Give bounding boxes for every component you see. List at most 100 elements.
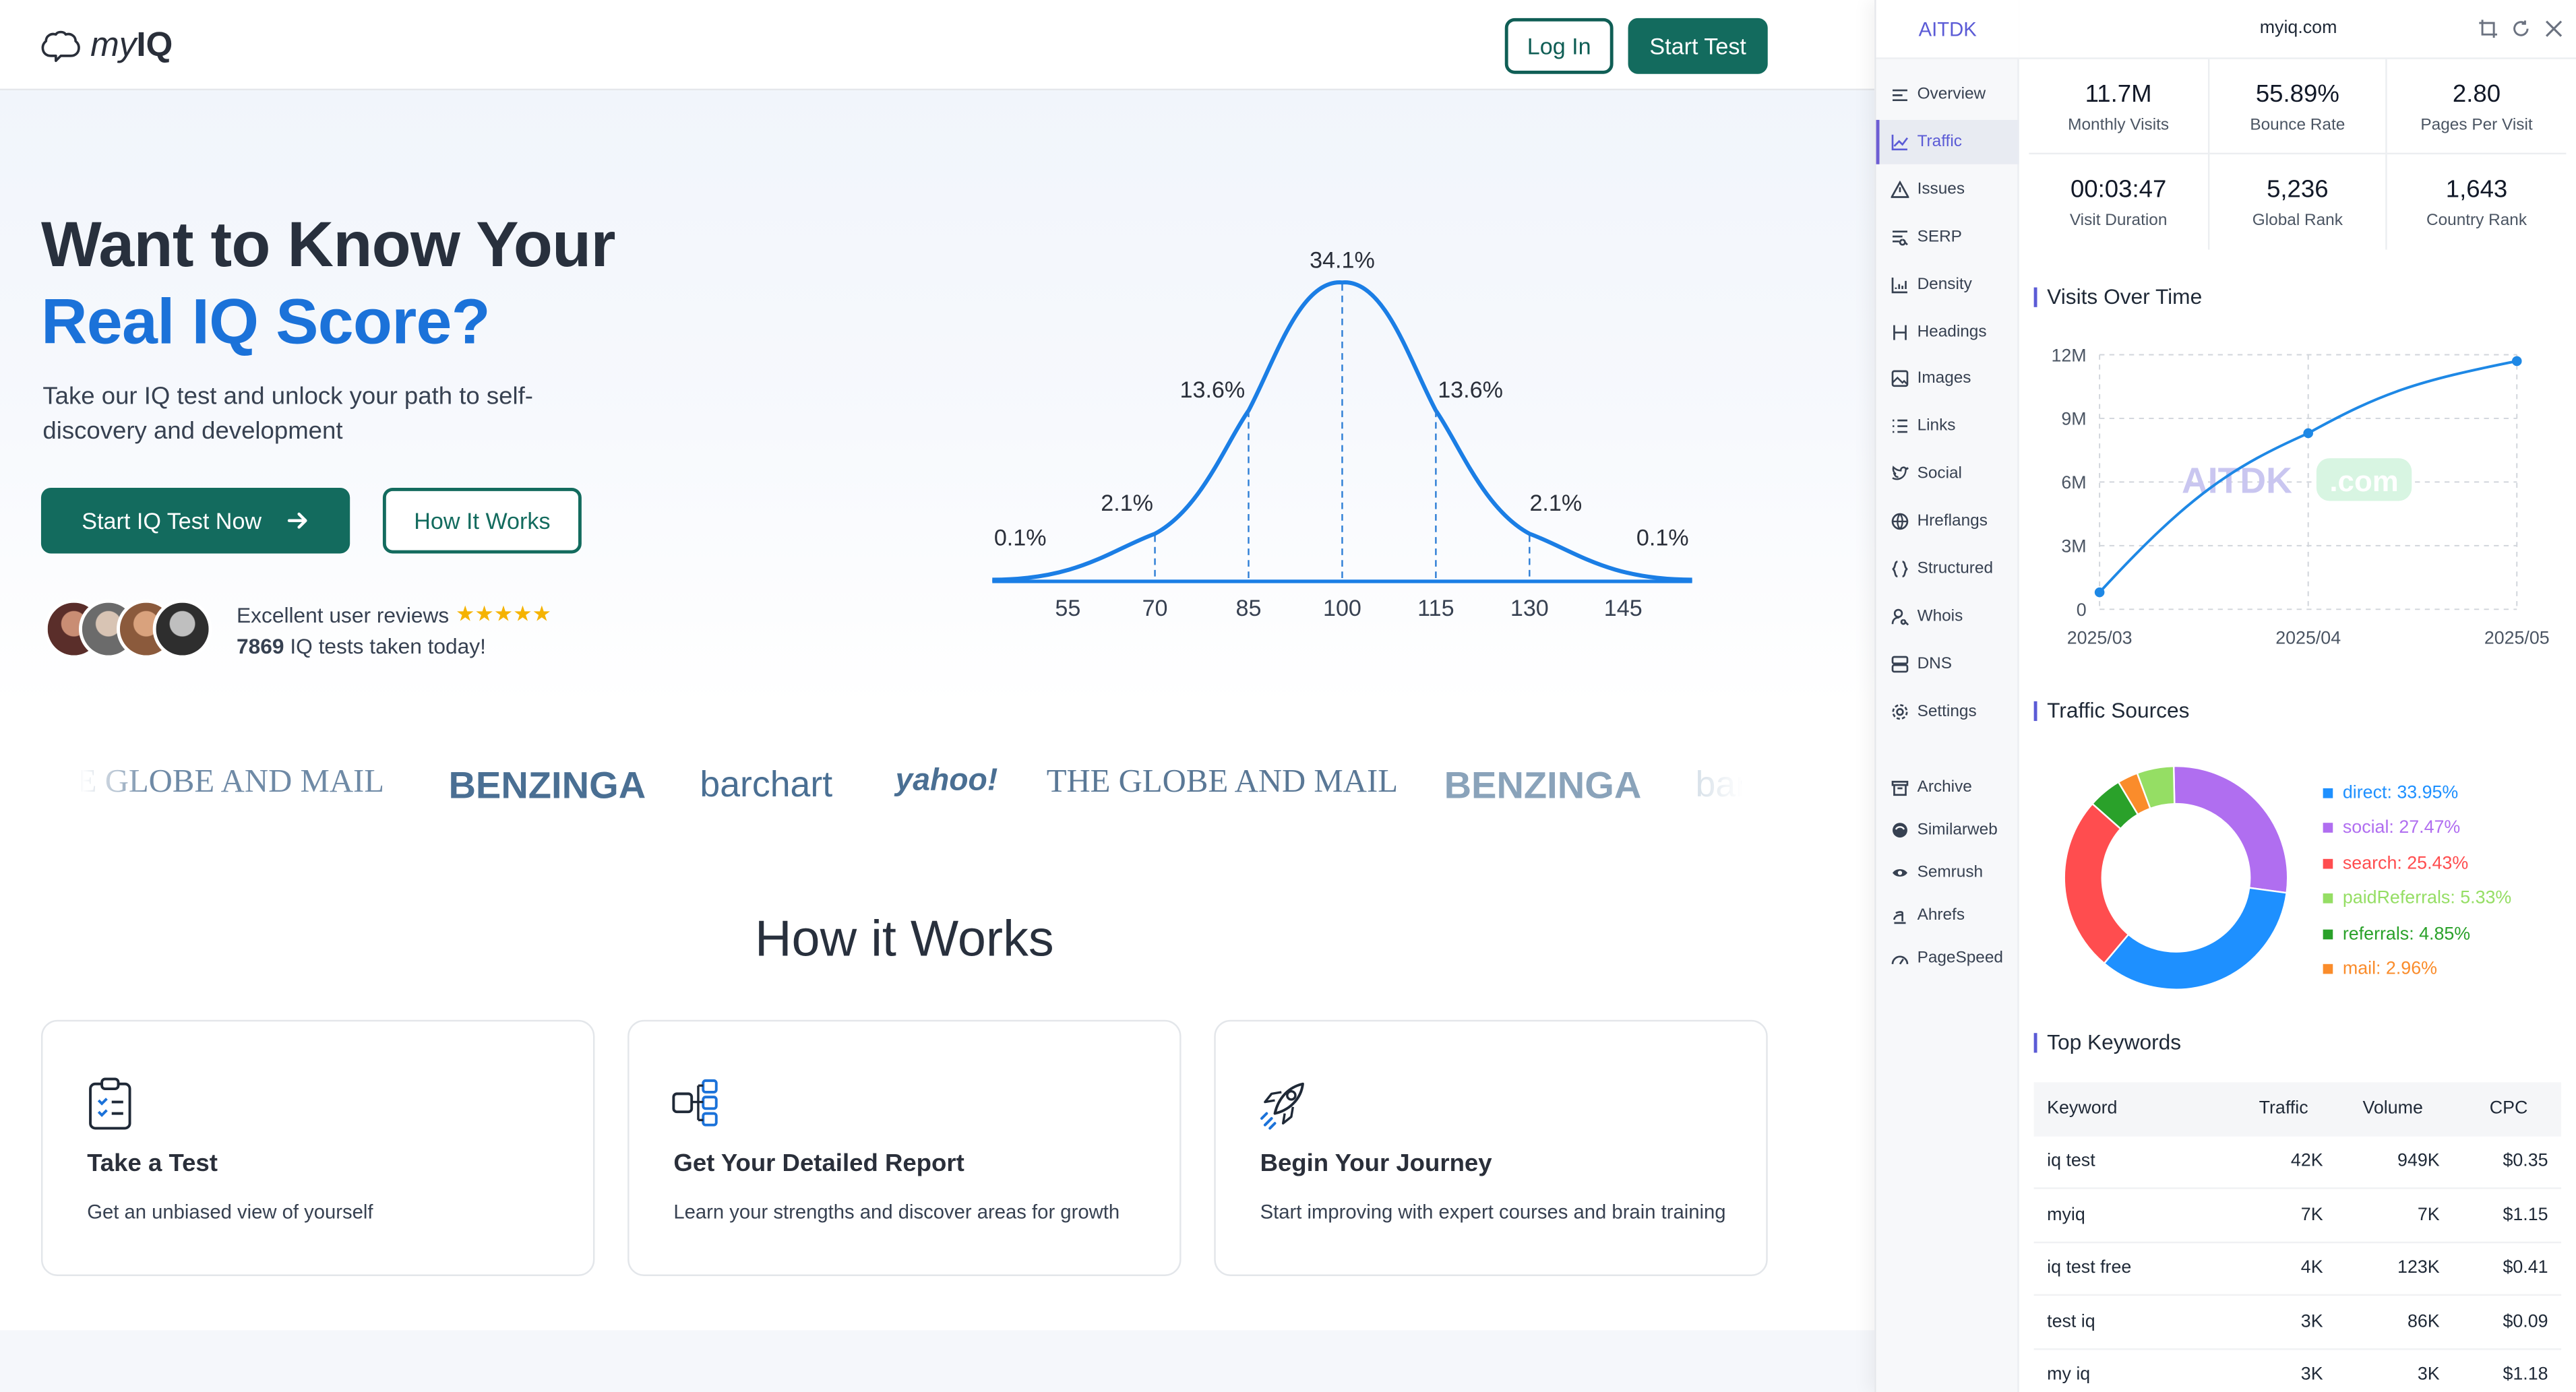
table-row[interactable]: iq test free 4K 123K $0.41	[2033, 1242, 2562, 1296]
table-row[interactable]: iq test 42K 949K $0.35	[2033, 1136, 2562, 1189]
refresh-icon[interactable]	[2512, 20, 2530, 38]
table-row[interactable]: my iq 3K 3K $1.18	[2034, 1349, 2561, 1392]
density-icon	[1891, 276, 1907, 293]
sidebar-item-archive[interactable]: Archive	[1876, 765, 2019, 810]
legend-swatch	[2323, 929, 2333, 939]
sidebar-item-issues[interactable]: Issues	[1876, 167, 2019, 212]
col-keyword-header[interactable]: Keyword	[2034, 1099, 2228, 1118]
data-point[interactable]	[2511, 356, 2522, 367]
stat-value: 5,236	[2267, 175, 2329, 204]
sidebar-item-social[interactable]: Social	[1876, 452, 2019, 497]
hero-subtitle: Take our IQ test and unlock your path to…	[42, 382, 533, 445]
table-row[interactable]: myiq 7K 7K $1.15	[2033, 1189, 2562, 1242]
sidebar-item-whois[interactable]: Whois	[1876, 594, 2019, 639]
cell-keyword[interactable]: iq test free	[2034, 1259, 2228, 1278]
col-volume-header[interactable]: Volume	[2323, 1099, 2440, 1118]
cell-keyword[interactable]: iq test	[2034, 1151, 2228, 1171]
legend-item-direct[interactable]: direct: 33.95%	[2323, 776, 2512, 811]
cell-keyword[interactable]: my iq	[2034, 1365, 2228, 1385]
sidebar-item-label: Overview	[1917, 85, 1986, 104]
sidebar-item-label: DNS	[1917, 655, 1953, 673]
sidebar-item-label: Social	[1917, 465, 1962, 484]
sidebar-item-serp[interactable]: SERP	[1876, 215, 2019, 259]
legend-swatch	[2323, 893, 2333, 904]
data-point[interactable]	[2094, 587, 2105, 598]
sidebar-item-label: Archive	[1917, 778, 1972, 797]
sidebar-item-ahrefs[interactable]: Ahrefs	[1876, 893, 2019, 937]
sidebar-item-label: Links	[1917, 417, 1956, 436]
rating-stars-icon: ★★★★★	[455, 601, 552, 626]
stat-country-rank: 1,643 Country Rank	[2387, 154, 2567, 249]
cell-volume: 949K	[2397, 1151, 2440, 1172]
semrush-icon	[1893, 868, 1907, 877]
sidebar-item-dns[interactable]: DNS	[1876, 642, 2019, 687]
sidebar-item-images[interactable]: Images	[1876, 357, 2019, 402]
sidebar-item-similarweb[interactable]: Similarweb	[1876, 808, 2019, 852]
legend-swatch	[2323, 788, 2333, 798]
links-icon	[1893, 420, 1907, 434]
card-title: Take a Test	[87, 1149, 218, 1178]
press-logos-strip: THE GLOBE AND MAIL BENZINGA barchart yah…	[82, 755, 1742, 821]
crop-icon[interactable]	[2479, 20, 2497, 38]
sidebar-item-overview[interactable]: Overview	[1876, 72, 2019, 117]
sidebar-item-settings[interactable]: Settings	[1876, 689, 2019, 734]
traffic-icon	[1891, 134, 1909, 150]
legend-item-mail[interactable]: mail: 2.96%	[2323, 952, 2512, 987]
sidebar-item-links[interactable]: Links	[1876, 404, 2019, 449]
extension-sidebar: AITDK Overview Traffic Issues SERP Density He…	[1876, 0, 2019, 1392]
start-iq-test-button[interactable]: Start IQ Test Now	[40, 487, 350, 554]
login-button[interactable]: Log In	[1504, 18, 1614, 74]
fade-overlay	[82, 747, 148, 829]
how-it-works-button[interactable]: How It Works	[382, 487, 582, 554]
braces-icon	[1892, 561, 1908, 577]
stat-label: Country Rank	[2426, 212, 2527, 230]
sidebar-item-density[interactable]: Density	[1876, 262, 2019, 307]
col-cpc-header[interactable]: CPC	[2440, 1099, 2548, 1118]
sidebar-item-label: SERP	[1917, 228, 1962, 246]
site-logo[interactable]: myIQ	[41, 26, 173, 66]
legend-item-social[interactable]: social: 27.47%	[2323, 811, 2512, 846]
stat-label: Bounce Rate	[2250, 117, 2345, 135]
sidebar-item-hreflangs[interactable]: Hreflangs	[1876, 499, 2019, 544]
cell-volume: 86K	[2407, 1311, 2440, 1332]
cell-traffic: 3K	[2300, 1365, 2323, 1385]
sidebar-item-headings[interactable]: Headings	[1876, 309, 2019, 354]
donut-slice-direct[interactable]	[2103, 887, 2288, 990]
step-card-journey: Begin Your Journey Start improving with …	[1214, 1019, 1768, 1276]
cell-cpc: $1.18	[2503, 1365, 2548, 1385]
step-card-take-test: Take a Test Get an unbiased view of your…	[40, 1019, 595, 1276]
sidebar-item-label: Semrush	[1917, 863, 1984, 882]
cell-cpc: $1.15	[2503, 1205, 2548, 1225]
site-header: myIQ Log In Start Test	[0, 0, 1875, 91]
tests-taken-line: 7869 IQ tests taken today!	[237, 633, 486, 659]
press-logo: BENZINGA	[448, 763, 646, 806]
watermark-suffix: .com	[2329, 465, 2398, 498]
donut-slice-social[interactable]	[2172, 765, 2289, 894]
legend-item-search[interactable]: search: 25.43%	[2323, 846, 2512, 881]
legend-label: search: 25.43%	[2342, 853, 2469, 874]
stat-value: 11.7M	[2085, 80, 2152, 108]
data-point[interactable]	[2303, 428, 2313, 439]
sidebar-item-semrush[interactable]: Semrush	[1876, 850, 2019, 895]
sidebar-item-structured[interactable]: Structured	[1876, 547, 2019, 592]
start-test-button[interactable]: Start Test	[1628, 18, 1768, 74]
cell-keyword[interactable]: test iq	[2034, 1312, 2228, 1331]
bell-x-tick: 130	[1510, 596, 1549, 621]
legend-item-paidReferrals[interactable]: paidReferrals: 5.33%	[2323, 881, 2511, 916]
table-row[interactable]: test iq 3K 86K $0.09	[2033, 1296, 2562, 1350]
card-title: Begin Your Journey	[1260, 1149, 1492, 1178]
legend-item-referrals[interactable]: referrals: 4.85%	[2323, 916, 2512, 951]
stat-pages-per-visit: 2.80 Pages Per Visit	[2387, 59, 2567, 155]
traffic-sources-donut	[2063, 765, 2289, 990]
cell-keyword[interactable]: myiq	[2034, 1205, 2228, 1225]
extension-brand[interactable]: AITDK	[1876, 0, 2019, 59]
close-icon[interactable]	[2545, 20, 2563, 38]
sidebar-item-label: Whois	[1917, 607, 1963, 626]
bell-x-tick: 100	[1323, 596, 1361, 621]
col-traffic-header[interactable]: Traffic	[2228, 1099, 2323, 1118]
sidebar-item-pagespeed[interactable]: PageSpeed	[1876, 935, 2019, 980]
card-text: Get an unbiased view of yourself	[87, 1200, 373, 1224]
x-tick-label: 2025/04	[2275, 628, 2341, 648]
twitter-icon	[1892, 466, 1909, 480]
sidebar-item-traffic[interactable]: Traffic	[1876, 119, 2019, 164]
